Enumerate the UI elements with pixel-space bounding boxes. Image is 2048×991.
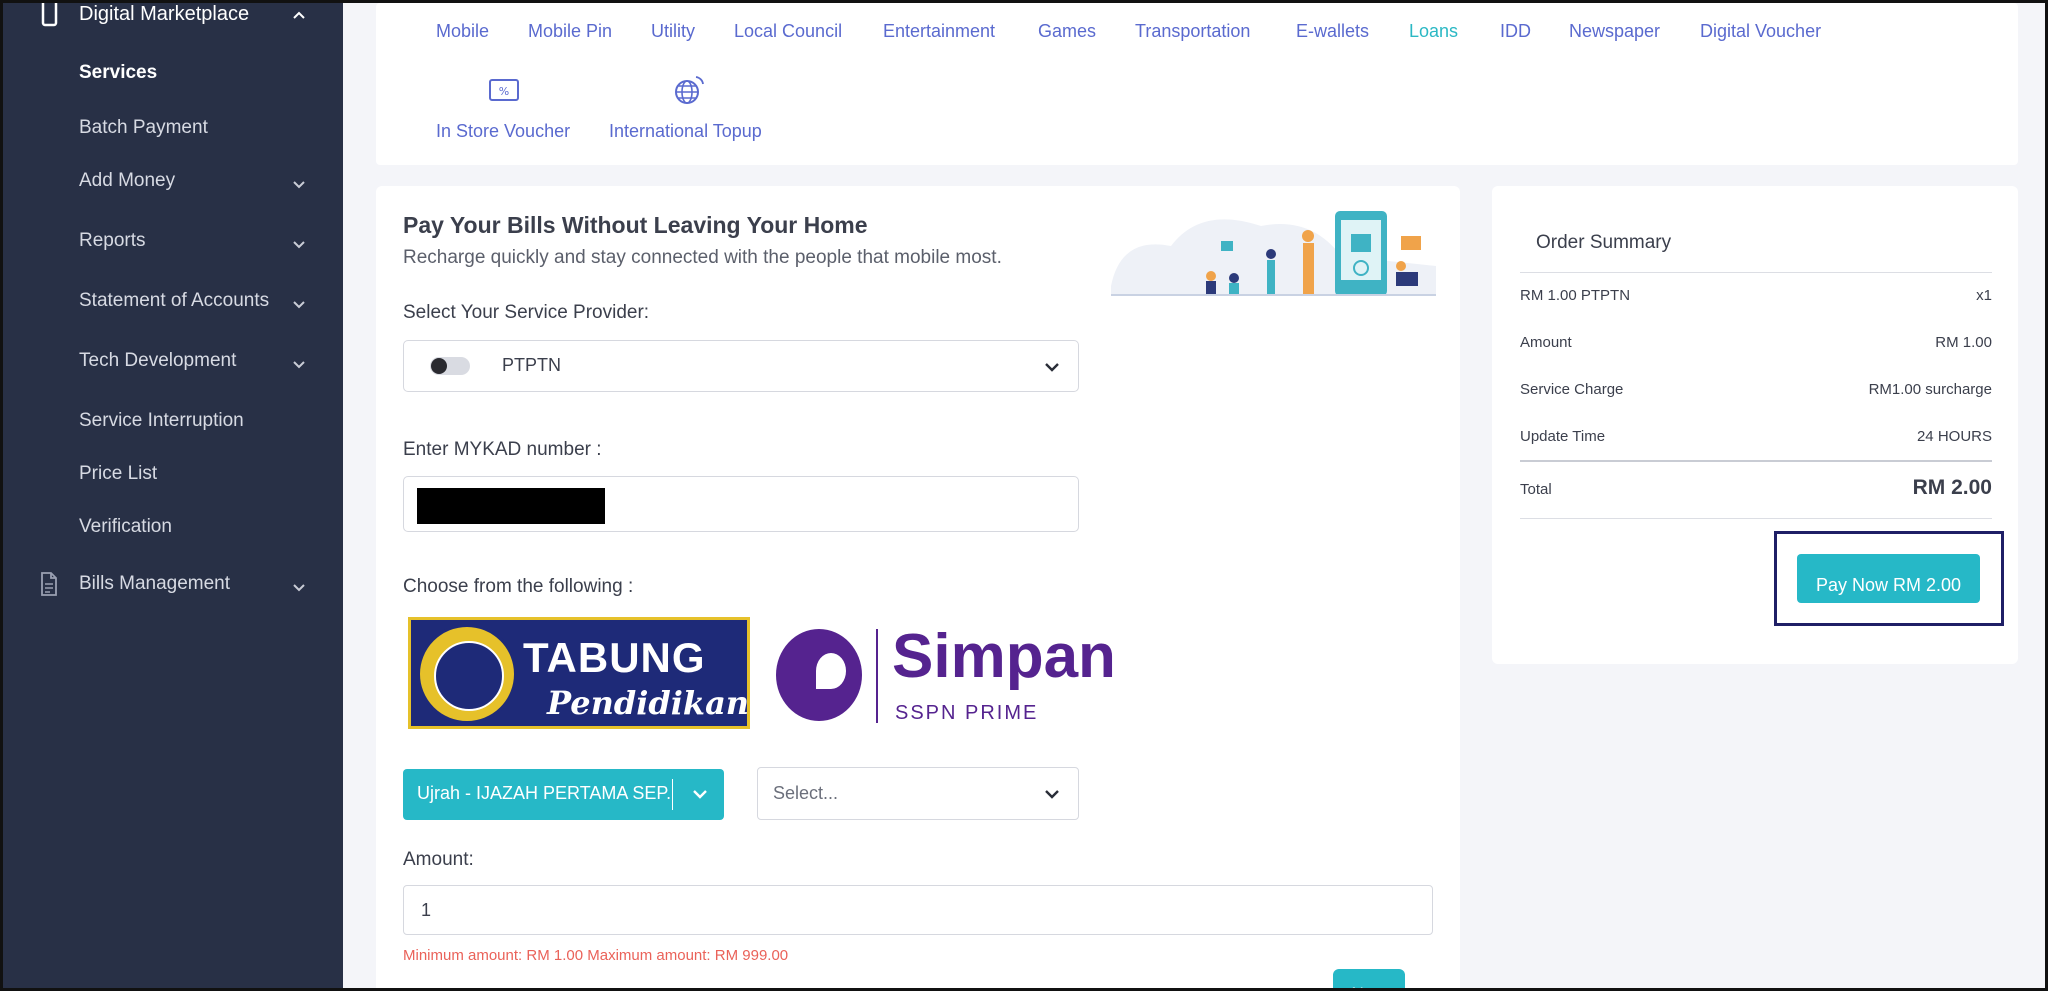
option-dropdown[interactable]: Select... (757, 767, 1079, 820)
summary-key: Service Charge (1520, 381, 1624, 398)
mykad-label: Enter MYKAD number : (403, 439, 602, 460)
pendidikan-logo-text: Pendidikan (547, 684, 750, 722)
tab-loans[interactable]: Loans (1409, 21, 1458, 42)
sidebar-item-verification[interactable]: Verification (79, 516, 172, 538)
provider-select[interactable]: PTPTN (403, 340, 1079, 392)
option-dropdown-placeholder: Select... (773, 783, 839, 803)
divider (1520, 272, 1992, 273)
sidebar-item-statement-of-accounts[interactable]: Statement of Accounts (79, 290, 269, 312)
summary-key: Update Time (1520, 428, 1606, 445)
sidebar-item-tech-development[interactable]: Tech Development (79, 350, 236, 372)
sidebar-item-batch-payment[interactable]: Batch Payment (79, 117, 208, 139)
summary-total-value: RM 2.00 (1912, 476, 1992, 499)
tab-e-wallets[interactable]: E-wallets (1296, 21, 1369, 42)
chevron-down-icon[interactable] (291, 579, 307, 595)
simpan-logo-mark[interactable] (776, 629, 862, 721)
choose-label: Choose from the following : (403, 576, 634, 597)
chevron-down-icon[interactable] (690, 784, 710, 804)
sidebar-item-reports[interactable]: Reports (79, 230, 146, 252)
tab-digital-voucher[interactable]: Digital Voucher (1700, 21, 1821, 42)
tab-mobile-pin[interactable]: Mobile Pin (528, 21, 612, 42)
tab-games[interactable]: Games (1038, 21, 1096, 42)
mykad-input[interactable] (403, 476, 1079, 532)
summary-total-label: Total (1520, 481, 1552, 498)
sidebar-item-add-money[interactable]: Add Money (79, 170, 175, 192)
order-summary-card: Order Summary RM 1.00 PTPTN x1 Amount RM… (1492, 186, 2018, 664)
amount-hint: Minimum amount: RM 1.00 Maximum amount: … (403, 947, 789, 964)
tab-in-store-voucher[interactable]: In Store Voucher (436, 121, 570, 142)
bill-payment-form: Pay Your Bills Without Leaving Your Home… (376, 186, 1460, 988)
amount-input[interactable]: 1 (403, 885, 1433, 935)
mobile-phone-icon (41, 3, 58, 27)
pay-now-button[interactable]: Pay Now RM 2.00 (1797, 554, 1980, 603)
divider (1520, 518, 1992, 519)
provider-label: Select Your Service Provider: (403, 302, 650, 323)
next-button[interactable]: Next (1333, 969, 1405, 988)
people-shopping-illustration (1111, 211, 1436, 296)
page-subtitle: Recharge quickly and stay connected with… (403, 247, 1002, 268)
summary-item-qty: x1 (1976, 287, 1992, 304)
voucher-icon[interactable]: % (487, 73, 521, 107)
tab-mobile[interactable]: Mobile (436, 21, 489, 42)
tab-local-council[interactable]: Local Council (734, 21, 842, 42)
chevron-up-icon[interactable] (291, 7, 307, 23)
app-frame: Digital Marketplace Services Batch Payme… (0, 0, 2048, 991)
chevron-down-icon[interactable] (1042, 357, 1062, 377)
document-icon (41, 572, 57, 596)
summary-item-name: RM 1.00 PTPTN (1520, 287, 1631, 304)
tab-international-topup[interactable]: International Topup (609, 121, 762, 142)
tab-utility[interactable]: Utility (651, 21, 695, 42)
summary-key: Amount (1520, 334, 1572, 351)
order-summary-title: Order Summary (1536, 232, 1672, 253)
chevron-down-icon[interactable] (1042, 784, 1062, 804)
tabung-logo-text: TABUNG (523, 634, 706, 681)
svg-text:%: % (499, 85, 509, 98)
tab-entertainment[interactable]: Entertainment (883, 21, 995, 42)
sidebar-header-digital-marketplace[interactable]: Digital Marketplace (79, 3, 249, 26)
simpan-logo-text[interactable]: Simpan (892, 621, 1116, 692)
tab-newspaper[interactable]: Newspaper (1569, 21, 1660, 42)
tab-transportation[interactable]: Transportation (1135, 21, 1250, 42)
redacted-value (417, 488, 605, 524)
sidebar-item-service-interruption[interactable]: Service Interruption (79, 410, 244, 432)
amount-label: Amount: (403, 849, 474, 870)
sidebar: Digital Marketplace Services Batch Payme… (3, 3, 343, 988)
service-tabs-card: Mobile Mobile Pin Utility Local Council … (376, 3, 2018, 165)
sidebar-item-bills-management[interactable]: Bills Management (79, 573, 230, 595)
chevron-down-icon[interactable] (291, 356, 307, 372)
tabung-pendidikan-logo[interactable]: TABUNG Pendidikan (408, 617, 750, 729)
tab-idd[interactable]: IDD (1500, 21, 1531, 42)
simpan-logo-subtext: SSPN PRIME (895, 702, 1039, 724)
simpan-divider (876, 629, 878, 723)
summary-value: 24 HOURS (1916, 428, 1992, 445)
sidebar-item-price-list[interactable]: Price List (79, 463, 157, 485)
ptptn-seal (417, 624, 517, 724)
chevron-down-icon[interactable] (291, 296, 307, 312)
provider-value: PTPTN (502, 355, 562, 375)
amount-value: 1 (421, 900, 432, 920)
dropdown-divider (672, 779, 673, 810)
plan-dropdown[interactable]: Ujrah - IJAZAH PERTAMA SEP... (403, 769, 724, 820)
divider (1520, 460, 1992, 462)
sidebar-item-services[interactable]: Services (79, 62, 157, 84)
chevron-down-icon[interactable] (291, 176, 307, 192)
page-title: Pay Your Bills Without Leaving Your Home (403, 212, 868, 238)
globe-icon[interactable] (672, 73, 706, 107)
plan-dropdown-value: Ujrah - IJAZAH PERTAMA SEP... (417, 783, 672, 803)
chevron-down-icon[interactable] (291, 236, 307, 252)
provider-logo (430, 357, 470, 375)
summary-value: RM 1.00 (1935, 334, 1992, 351)
summary-value: RM1.00 surcharge (1868, 381, 1992, 398)
